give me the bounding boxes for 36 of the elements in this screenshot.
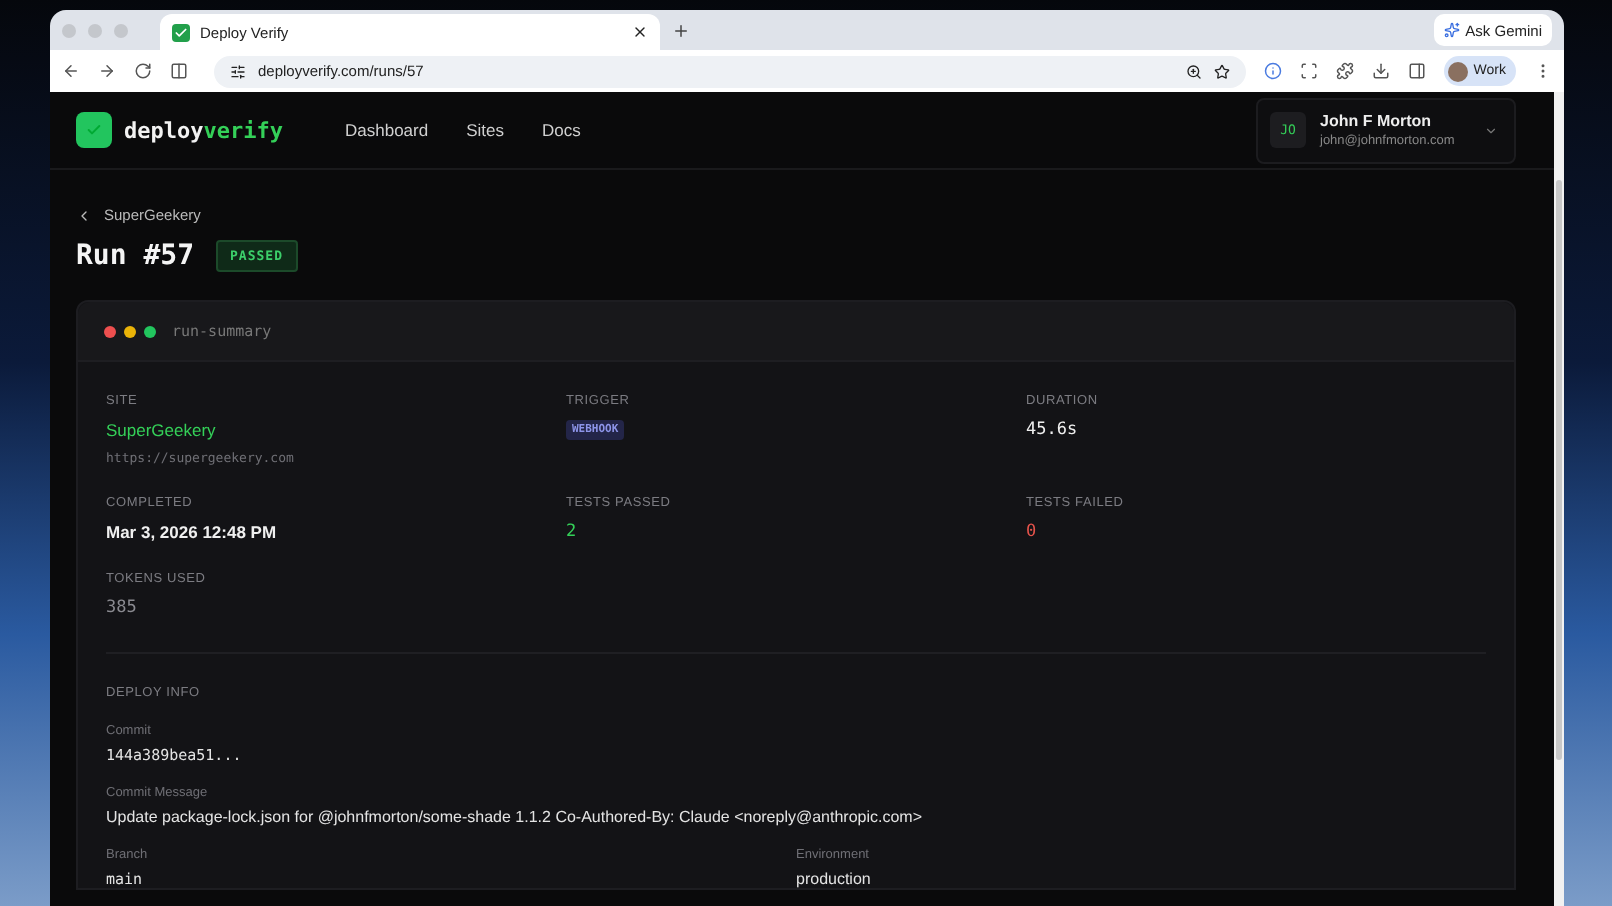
stat-value: 385 [106, 598, 137, 618]
check-icon [172, 23, 190, 41]
logo-text[interactable]: deployverify [124, 117, 283, 143]
run-title: Run #57 [76, 240, 195, 272]
check-icon [76, 112, 112, 148]
window-dot-icon [144, 325, 156, 337]
sparkle-icon [1443, 22, 1460, 38]
nav-link[interactable]: Docs [542, 120, 581, 140]
stat-value: 45.6s [1026, 420, 1078, 440]
scan-icon[interactable] [1299, 62, 1318, 80]
side-panel-icon[interactable] [1407, 62, 1426, 80]
zoom-icon[interactable] [1185, 63, 1202, 79]
download-icon[interactable] [1371, 62, 1390, 80]
window-dot-icon [104, 325, 116, 337]
field-value: production [796, 870, 873, 888]
chevron-down-icon [1484, 123, 1498, 137]
field-value: Update package-lock.json for @johnfmorton/some-shade 1.1.2 Co-Authored-By: Claude <noreply@anthropic.com> [106, 808, 925, 826]
reload-icon[interactable] [134, 62, 152, 80]
chevron-left-icon [76, 207, 92, 223]
stat-value: 2 [566, 522, 577, 542]
forward-icon[interactable] [98, 62, 116, 80]
stat-value: Mar 3, 2026 12:48 PM [106, 522, 277, 542]
site-settings-icon[interactable] [230, 63, 246, 79]
nav-link[interactable]: Sites [466, 120, 504, 140]
window-dot-icon [124, 325, 136, 337]
split-view-icon[interactable] [170, 62, 188, 80]
new-tab-icon[interactable] [672, 21, 690, 39]
info-icon[interactable] [1263, 62, 1282, 80]
user-name: John F Morton [1320, 112, 1434, 130]
extensions-icon[interactable] [1335, 62, 1354, 80]
close-icon[interactable] [632, 24, 648, 40]
star-icon[interactable] [1213, 63, 1230, 79]
stat-value: 0 [1026, 522, 1037, 542]
back-icon[interactable] [62, 62, 80, 80]
site-link[interactable]: SuperGeekery [106, 420, 216, 440]
nav-link[interactable]: Dashboard [345, 120, 429, 140]
